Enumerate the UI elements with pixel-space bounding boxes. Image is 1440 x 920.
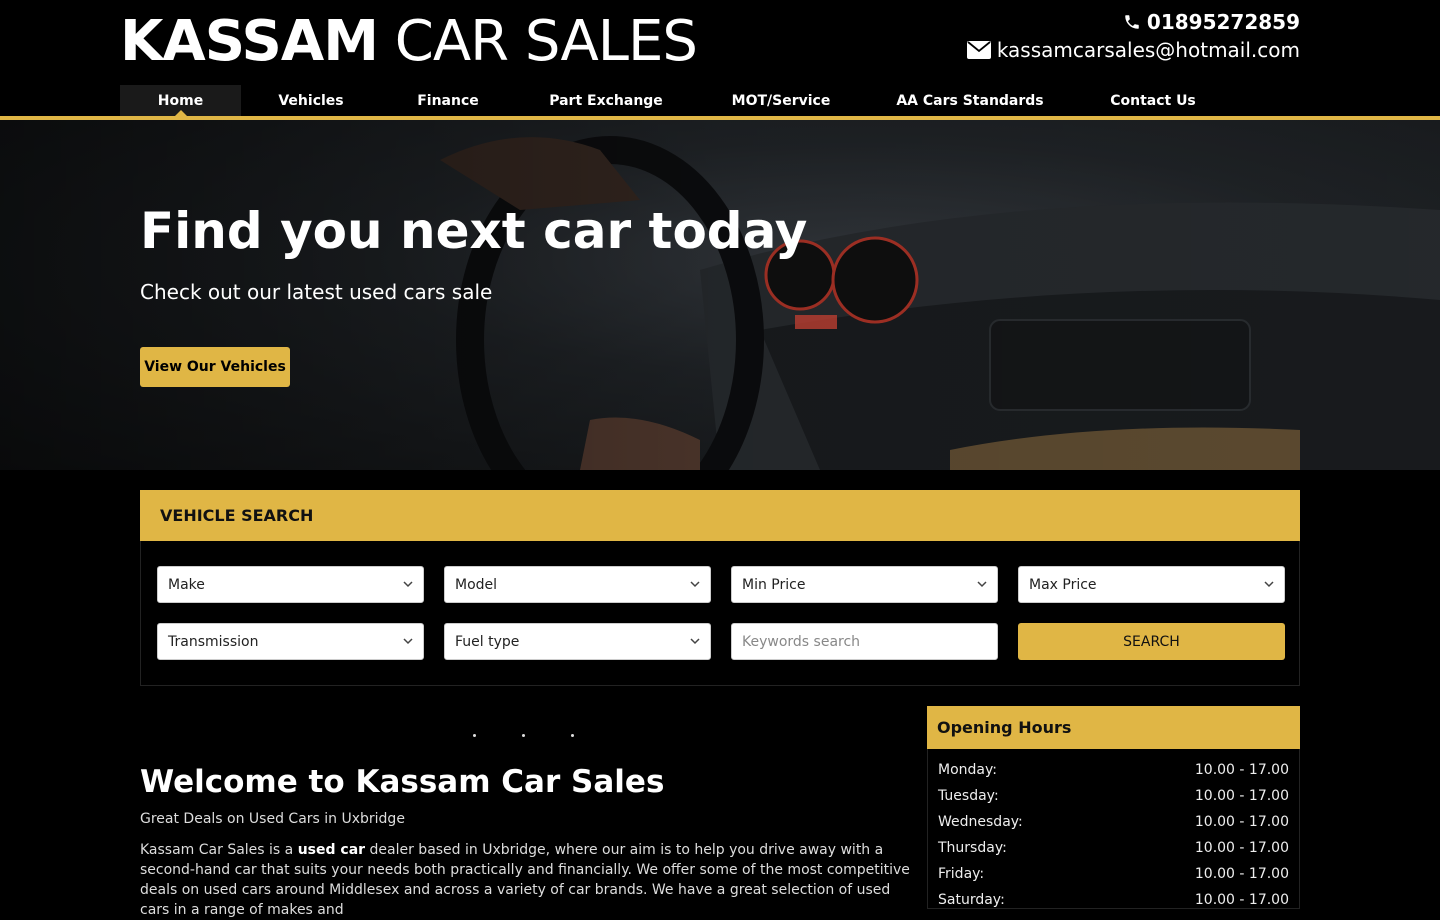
hours-row: Saturday: 10.00 - 17.00 — [938, 892, 1289, 918]
carousel-dot[interactable] — [522, 734, 525, 737]
hero-banner: Find you next car today Check out our la… — [0, 120, 1440, 470]
min-price-select[interactable]: Min Price — [731, 566, 998, 603]
logo-light: CAR SALES — [394, 9, 698, 74]
hours-time: 10.00 - 17.00 — [1194, 892, 1289, 908]
opening-hours-panel: Monday: 10.00 - 17.00 Tuesday: 10.00 - 17.… — [927, 749, 1300, 909]
email-row[interactable]: kassamcarsales@hotmail.com — [966, 36, 1300, 64]
vehicle-search-heading: VEHICLE SEARCH — [140, 490, 1300, 541]
nav-part-exchange[interactable]: Part Exchange — [515, 85, 697, 116]
phone-row[interactable]: 01895272859 — [967, 8, 1300, 36]
keywords-search-placeholder: Keywords search — [742, 633, 861, 650]
hero-subtitle: Check out our latest used cars sale — [140, 280, 493, 304]
make-select-value: Make — [168, 576, 205, 593]
hours-row: Monday: 10.00 - 17.00 — [938, 762, 1289, 788]
transmission-select[interactable]: Transmission — [157, 623, 424, 660]
carousel-dot[interactable] — [571, 734, 574, 737]
welcome-paragraph: Kassam Car Sales is a used car dealer ba… — [140, 840, 910, 920]
fuel-type-select-value: Fuel type — [455, 633, 520, 650]
make-select[interactable]: Make — [157, 566, 424, 603]
hours-day: Wednesday: — [938, 814, 1023, 830]
hours-day: Tuesday: — [938, 788, 999, 804]
email-address: kassamcarsales@hotmail.com — [996, 38, 1300, 62]
max-price-select[interactable]: Max Price — [1018, 566, 1285, 603]
phone-icon — [1125, 15, 1139, 29]
chevron-down-icon — [690, 581, 700, 588]
hours-day: Monday: — [938, 762, 997, 778]
hours-time: 10.00 - 17.00 — [1194, 762, 1289, 778]
nav-aa-cars-standards[interactable]: AA Cars Standards — [865, 85, 1075, 116]
welcome-subtitle: Great Deals on Used Cars in Uxbridge — [140, 811, 405, 827]
chevron-down-icon — [690, 638, 700, 645]
hours-day: Thursday: — [938, 840, 1007, 856]
hours-time: 10.00 - 17.00 — [1194, 840, 1289, 856]
hero-title: Find you next car today — [140, 202, 808, 260]
nav-vehicles[interactable]: Vehicles — [241, 85, 381, 116]
model-select-value: Model — [455, 576, 498, 593]
logo-bold: KASSAM — [120, 9, 379, 74]
hours-time: 10.00 - 17.00 — [1194, 866, 1289, 882]
keywords-search-input[interactable]: Keywords search — [731, 623, 998, 660]
hours-time: 10.00 - 17.00 — [1194, 814, 1289, 830]
hours-time: 10.00 - 17.00 — [1194, 788, 1289, 804]
model-select[interactable]: Model — [444, 566, 711, 603]
chevron-down-icon — [403, 581, 413, 588]
nav-contact-us[interactable]: Contact Us — [1075, 85, 1231, 116]
hours-row: Friday: 10.00 - 17.00 — [938, 866, 1289, 892]
max-price-select-value: Max Price — [1029, 576, 1097, 593]
carousel-dot[interactable] — [473, 734, 476, 737]
chevron-down-icon — [977, 581, 987, 588]
welcome-text-start: Kassam Car Sales is a — [140, 842, 298, 858]
hours-row: Tuesday: 10.00 - 17.00 — [938, 788, 1289, 814]
nav-mot-service[interactable]: MOT/Service — [697, 85, 865, 116]
nav-finance[interactable]: Finance — [381, 85, 515, 116]
site-logo[interactable]: KASSAM CAR SALES — [120, 9, 698, 74]
site-header: KASSAM CAR SALES 01895272859 kassamcarsa… — [0, 0, 1440, 116]
min-price-select-value: Min Price — [742, 576, 806, 593]
welcome-text-bold: used car — [297, 842, 366, 858]
view-vehicles-button[interactable]: View Our Vehicles — [140, 347, 290, 387]
chevron-down-icon — [1264, 581, 1274, 588]
envelope-icon — [966, 41, 991, 59]
header-contact: 01895272859 kassamcarsales@hotmail.com — [966, 8, 1300, 64]
search-button[interactable]: SEARCH — [1018, 623, 1285, 660]
hours-row: Thursday: 10.00 - 17.00 — [938, 840, 1289, 866]
vehicle-search-panel: Make Model Min Price Max Price Transmiss… — [140, 541, 1300, 686]
phone-number: 01895272859 — [1146, 10, 1300, 34]
hours-day: Friday: — [938, 866, 985, 882]
transmission-select-value: Transmission — [168, 633, 259, 650]
chevron-down-icon — [403, 638, 413, 645]
opening-hours-heading: Opening Hours — [927, 706, 1300, 749]
hours-row: Wednesday: 10.00 - 17.00 — [938, 814, 1289, 840]
main-nav: Home Vehicles Finance Part Exchange MOT/… — [120, 85, 1231, 116]
welcome-title: Welcome to Kassam Car Sales — [140, 764, 665, 800]
fuel-type-select[interactable]: Fuel type — [444, 623, 711, 660]
nav-home[interactable]: Home — [120, 85, 241, 116]
hours-day: Saturday: — [938, 892, 1005, 908]
